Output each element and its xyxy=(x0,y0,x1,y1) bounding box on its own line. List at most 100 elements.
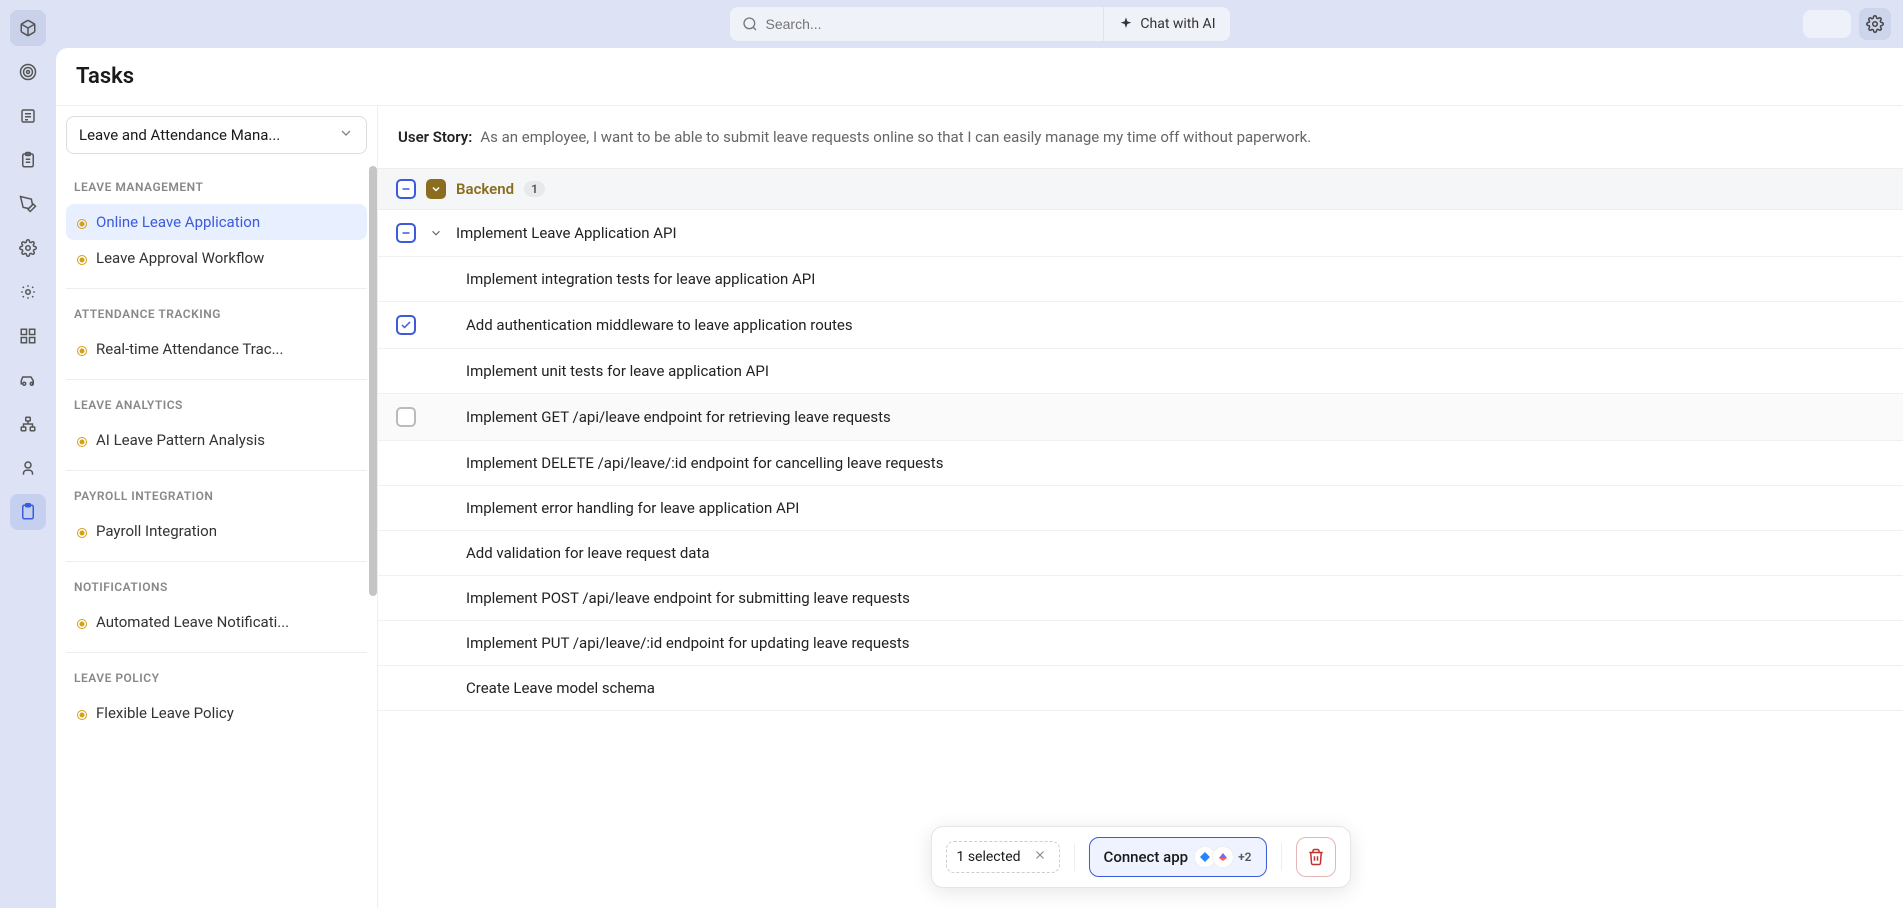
task-title: Implement GET /api/leave endpoint for re… xyxy=(466,408,1885,426)
gear-icon xyxy=(1866,15,1884,33)
search-icon xyxy=(742,16,758,32)
sidebar-group-label: LEAVE POLICY xyxy=(66,653,367,695)
sidebar-item[interactable]: Leave Approval Workflow xyxy=(66,240,367,276)
task-title: Implement error handling for leave appli… xyxy=(466,499,1885,517)
user-story-label: User Story: xyxy=(398,128,472,146)
task-title: Implement PUT /api/leave/:id endpoint fo… xyxy=(466,634,1885,652)
project-selector[interactable]: Leave and Attendance Mana... xyxy=(66,116,367,154)
nav-list-icon[interactable] xyxy=(10,98,46,134)
connect-app-label: Connect app xyxy=(1104,848,1189,866)
sidebar-group-label: LEAVE MANAGEMENT xyxy=(66,162,367,204)
task-title: Implement Leave Application API xyxy=(456,224,1885,242)
task-title: Create Leave model schema xyxy=(466,679,1885,697)
chat-ai-label: Chat with AI xyxy=(1140,16,1215,32)
sidebar-item[interactable]: Real-time Attendance Trac... xyxy=(66,331,367,367)
task-row[interactable]: Implement integration tests for leave ap… xyxy=(378,257,1903,302)
task-row[interactable]: Implement PUT /api/leave/:id endpoint fo… xyxy=(378,621,1903,666)
sparkle-icon xyxy=(1118,16,1134,32)
nav-car-icon[interactable] xyxy=(10,362,46,398)
settings-button[interactable] xyxy=(1859,8,1891,40)
nav-org-icon[interactable] xyxy=(10,406,46,442)
nav-tasks-icon[interactable] xyxy=(10,494,46,530)
nav-grid-icon[interactable] xyxy=(10,318,46,354)
sidebar-item-label: AI Leave Pattern Analysis xyxy=(96,431,265,449)
selected-chip: 1 selected xyxy=(945,841,1059,873)
nav-user-icon[interactable] xyxy=(10,450,46,486)
radio-icon xyxy=(76,343,88,355)
sidebar-item[interactable]: AI Leave Pattern Analysis xyxy=(66,422,367,458)
task-checkbox[interactable] xyxy=(396,223,416,243)
expand-icon[interactable] xyxy=(426,223,446,243)
user-story-text: As an employee, I want to be able to sub… xyxy=(480,128,1311,146)
sidebar-group-label: NOTIFICATIONS xyxy=(66,562,367,604)
radio-icon xyxy=(76,252,88,264)
nav-clipboard-icon[interactable] xyxy=(10,142,46,178)
trash-icon xyxy=(1307,848,1325,866)
sidebar-item-label: Automated Leave Notificati... xyxy=(96,613,289,631)
task-row[interactable]: Create Leave model schema xyxy=(378,666,1903,711)
task-row[interactable]: Implement unit tests for leave applicati… xyxy=(378,349,1903,394)
page-title: Tasks xyxy=(76,64,1883,89)
nav-gear-icon[interactable] xyxy=(10,230,46,266)
task-checkbox[interactable] xyxy=(396,407,416,427)
connect-app-button[interactable]: Connect app +2 xyxy=(1089,837,1267,877)
sidebar: Leave and Attendance Mana... LEAVE MANAG… xyxy=(56,106,378,908)
task-title: Implement integration tests for leave ap… xyxy=(466,270,1885,288)
app-icons: +2 xyxy=(1198,846,1251,868)
task-row[interactable]: Implement GET /api/leave endpoint for re… xyxy=(378,394,1903,441)
radio-icon xyxy=(76,434,88,446)
radio-icon xyxy=(76,616,88,628)
sidebar-group-label: PAYROLL INTEGRATION xyxy=(66,471,367,513)
task-title: Implement DELETE /api/leave/:id endpoint… xyxy=(466,454,1885,472)
detail-pane: User Story: As an employee, I want to be… xyxy=(378,106,1903,908)
radio-icon xyxy=(76,216,88,228)
task-row[interactable]: Implement DELETE /api/leave/:id endpoint… xyxy=(378,441,1903,486)
sidebar-item-label: Online Leave Application xyxy=(96,213,260,231)
scrollbar[interactable] xyxy=(369,166,377,596)
nav-target-icon[interactable] xyxy=(10,54,46,90)
task-row[interactable]: Add authentication middleware to leave a… xyxy=(378,302,1903,349)
task-title: Implement POST /api/leave endpoint for s… xyxy=(466,589,1885,607)
nav-pen-icon[interactable] xyxy=(10,186,46,222)
task-title: Add authentication middleware to leave a… xyxy=(466,316,1885,334)
task-row[interactable]: Implement POST /api/leave endpoint for s… xyxy=(378,576,1903,621)
sidebar-item[interactable]: Online Leave Application xyxy=(66,204,367,240)
sidebar-item-label: Leave Approval Workflow xyxy=(96,249,264,267)
theme-toggle[interactable] xyxy=(1803,10,1851,38)
task-title: Add validation for leave request data xyxy=(466,544,1885,562)
radio-icon xyxy=(76,525,88,537)
selection-toolbar: 1 selected Connect app +2 xyxy=(930,826,1350,888)
nav-cube-icon[interactable] xyxy=(10,10,46,46)
chevron-down-icon xyxy=(338,125,354,145)
radio-icon xyxy=(76,707,88,719)
user-story: User Story: As an employee, I want to be… xyxy=(378,106,1903,168)
section-checkbox[interactable] xyxy=(396,179,416,199)
sidebar-item[interactable]: Payroll Integration xyxy=(66,513,367,549)
task-row[interactable]: Implement error handling for leave appli… xyxy=(378,486,1903,531)
task-checkbox[interactable] xyxy=(396,315,416,335)
page-header: Tasks xyxy=(56,48,1903,105)
task-row[interactable]: Add validation for leave request data xyxy=(378,531,1903,576)
chat-ai-button[interactable]: Chat with AI xyxy=(1103,7,1229,41)
sidebar-item[interactable]: Automated Leave Notificati... xyxy=(66,604,367,640)
section-count: 1 xyxy=(524,181,545,197)
selected-count-label: 1 selected xyxy=(956,849,1020,865)
nav-bug-icon[interactable] xyxy=(10,274,46,310)
sidebar-item-label: Payroll Integration xyxy=(96,522,217,540)
clear-selection-button[interactable] xyxy=(1031,848,1049,866)
section-header: Backend 1 xyxy=(378,168,1903,210)
search-box[interactable] xyxy=(730,16,1104,32)
task-row[interactable]: Implement Leave Application API xyxy=(378,210,1903,257)
project-selector-label: Leave and Attendance Mana... xyxy=(79,126,280,144)
sidebar-group-label: LEAVE ANALYTICS xyxy=(66,380,367,422)
sidebar-group-label: ATTENDANCE TRACKING xyxy=(66,289,367,331)
delete-button[interactable] xyxy=(1296,837,1336,877)
section-title: Backend xyxy=(456,180,514,198)
sidebar-item-label: Real-time Attendance Trac... xyxy=(96,340,283,358)
task-title: Implement unit tests for leave applicati… xyxy=(466,362,1885,380)
search-input[interactable] xyxy=(766,16,1092,32)
section-collapse-icon[interactable] xyxy=(426,179,446,199)
sidebar-item-label: Flexible Leave Policy xyxy=(96,704,234,722)
clickup-icon xyxy=(1212,846,1234,868)
sidebar-item[interactable]: Flexible Leave Policy xyxy=(66,695,367,731)
